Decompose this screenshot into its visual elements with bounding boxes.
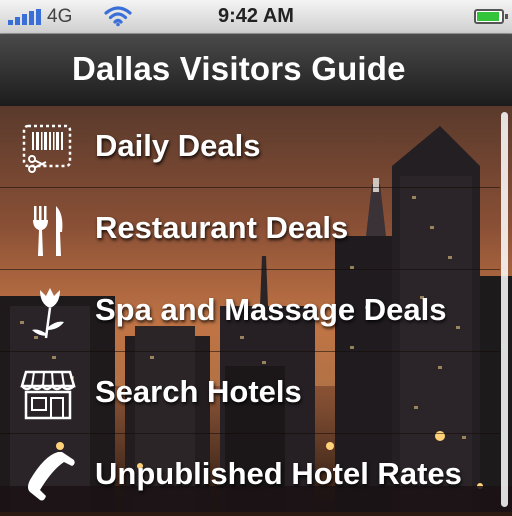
menu-item-label: Spa and Massage Deals <box>95 292 447 327</box>
menu-item-label: Daily Deals <box>95 128 261 163</box>
status-bar: 4G 9:42 AM <box>0 0 512 34</box>
menu-item-spa-massage-deals[interactable]: Spa and Massage Deals <box>0 270 500 352</box>
navigation-bar: Dallas Visitors Guide <box>0 34 512 106</box>
menu-item-restaurant-deals[interactable]: Restaurant Deals <box>0 188 500 270</box>
storefront-icon <box>20 370 76 420</box>
menu-item-label: Search Hotels <box>95 374 302 409</box>
menu-item-label: Restaurant Deals <box>95 210 349 245</box>
fork-knife-icon <box>33 206 63 256</box>
menu-item-daily-deals[interactable]: Daily Deals <box>0 106 500 188</box>
tulip-flower-icon <box>32 288 64 339</box>
menu-item-unpublished-hotel-rates[interactable]: Unpublished Hotel Rates <box>0 434 500 516</box>
coupon-scissors-icon <box>22 124 72 173</box>
phone-handset-icon <box>28 452 75 501</box>
menu-item-label: Unpublished Hotel Rates <box>95 456 462 491</box>
menu-item-search-hotels[interactable]: Search Hotels <box>0 352 500 434</box>
scrollbar[interactable] <box>501 112 508 507</box>
page-title: Dallas Visitors Guide <box>72 50 406 87</box>
clock: 9:42 AM <box>218 5 294 27</box>
battery-icon <box>474 9 508 24</box>
